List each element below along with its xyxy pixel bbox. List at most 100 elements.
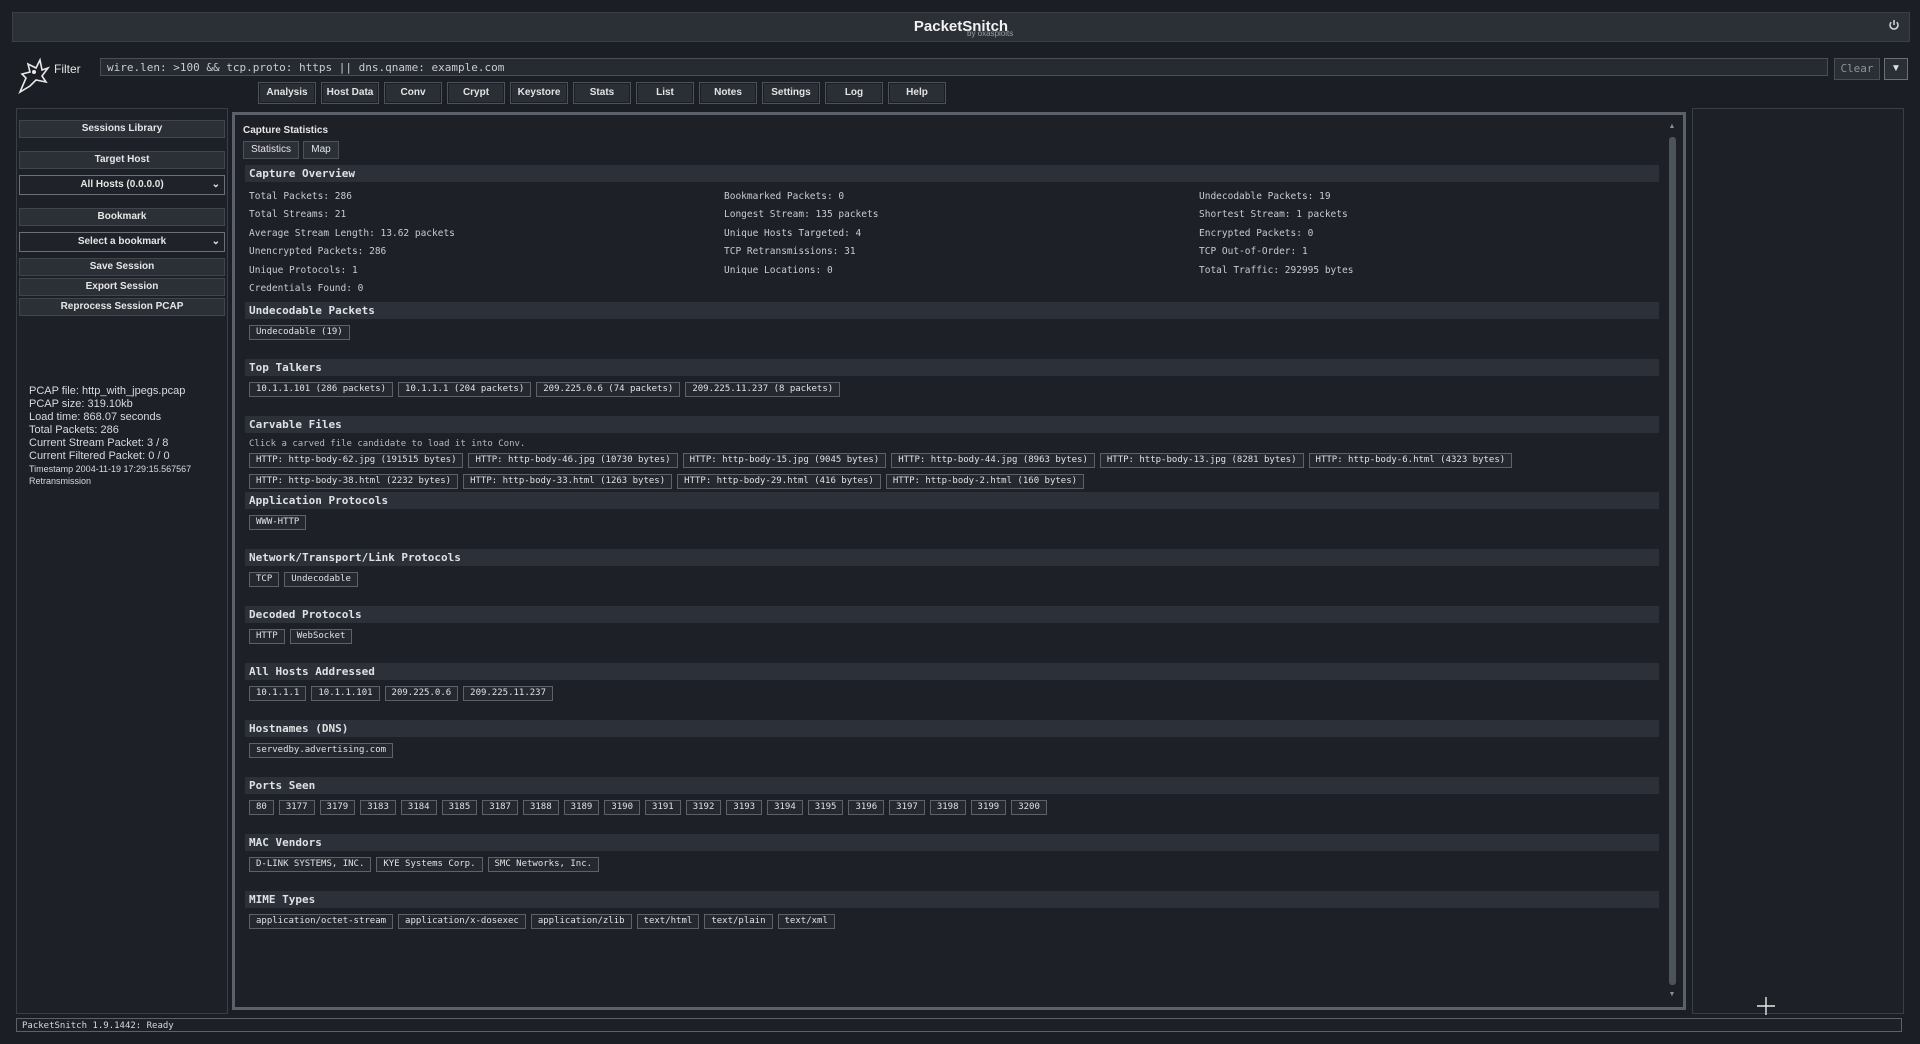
stat-chip[interactable]: HTTP: http-body-2.html (160 bytes) (885, 474, 1085, 489)
tab-keystore[interactable]: Keystore (510, 82, 568, 104)
save-session-button[interactable]: Save Session (19, 258, 225, 276)
stat-chip[interactable]: 3188 (522, 800, 559, 815)
stat-section: MIME Types application/octet-stream applic… (245, 891, 1659, 948)
stat-chip[interactable]: HTTP: http-body-33.html (1263 bytes) (463, 474, 673, 489)
chip-list: HTTP WebSocket (245, 623, 1659, 644)
stat-item: Undecodable Packets: 19 (1199, 191, 1331, 202)
stat-chip[interactable]: 10.1.1.101 (286 packets) (249, 382, 394, 397)
stat-chip[interactable]: 10.1.1.101 (311, 686, 380, 701)
stat-chip[interactable]: 3193 (726, 800, 763, 815)
stat-chip[interactable]: KYE Systems Corp. (376, 857, 483, 872)
stats-panel: Capture Statistics Statistics Map Captur… (232, 112, 1686, 1010)
stat-chip[interactable]: Undecodable (19) (249, 325, 350, 340)
stat-chip[interactable]: HTTP: http-body-44.jpg (8963 bytes) (891, 453, 1095, 468)
chip-list: 10.1.1.1 10.1.1.101 209.225.0.6 209.225.11.… (245, 680, 1659, 701)
stat-chip[interactable]: 10.1.1.1 (204 packets) (398, 382, 532, 397)
scrollbar-thumb[interactable] (1669, 137, 1676, 985)
stat-chip[interactable]: 3179 (319, 800, 356, 815)
tab-log[interactable]: Log (825, 82, 883, 104)
tab-host-data[interactable]: Host Data (321, 82, 379, 104)
stat-chip[interactable]: 3192 (685, 800, 722, 815)
stat-chip[interactable]: HTTP: http-body-62.jpg (191515 bytes) (249, 453, 464, 468)
export-session-button[interactable]: Export Session (19, 278, 225, 296)
stat-chip[interactable]: D-LINK SYSTEMS, INC. (249, 857, 372, 872)
stat-chip[interactable]: 3190 (604, 800, 641, 815)
subtab-statistics[interactable]: Statistics (243, 141, 299, 159)
section-header: Ports Seen (245, 777, 1659, 794)
stat-chip[interactable]: 209.225.0.6 (74 packets) (536, 382, 681, 397)
tab-stats[interactable]: Stats (573, 82, 631, 104)
stat-chip[interactable]: SMC Networks, Inc. (487, 857, 600, 872)
stat-item: Shortest Stream: 1 packets (1199, 209, 1348, 221)
tab-settings[interactable]: Settings (762, 82, 820, 104)
stat-chip[interactable]: HTTP (249, 629, 285, 644)
stat-chip[interactable]: 3199 (970, 800, 1007, 815)
stat-chip[interactable]: text/plain (704, 914, 773, 929)
target-host-select[interactable]: All Hosts (0.0.0.0) ⌄ (19, 175, 225, 195)
stat-chip[interactable]: 209.225.0.6 (384, 686, 459, 701)
power-icon[interactable] (1887, 19, 1901, 33)
stat-chip[interactable]: 3200 (1011, 800, 1047, 815)
stat-chip[interactable]: 3191 (645, 800, 681, 815)
stat-chip[interactable]: 3189 (563, 800, 600, 815)
title-bar: PacketSnitch by oxasploits (12, 12, 1910, 42)
stat-chip[interactable]: 3177 (278, 800, 315, 815)
stat-section: Application Protocols WWW-HTTP (245, 492, 1659, 549)
stat-chip[interactable]: 209.225.11.237 (8 packets) (685, 382, 841, 397)
filter-menu-button[interactable]: ▼ (1884, 58, 1908, 80)
tab-list[interactable]: List (636, 82, 694, 104)
stat-chip[interactable]: 3196 (848, 800, 885, 815)
tab-conv[interactable]: Conv (384, 82, 442, 104)
stat-chip[interactable]: 3195 (807, 800, 844, 815)
stat-chip[interactable]: HTTP: http-body-15.jpg (9045 bytes) (682, 453, 887, 468)
stat-chip[interactable]: WebSocket (289, 629, 353, 644)
panel-title: Capture Statistics (243, 125, 329, 136)
tab-notes[interactable]: Notes (699, 82, 757, 104)
scroll-down-icon[interactable]: ▼ (1667, 991, 1677, 999)
chip-list: servedby.advertising.com (245, 737, 1659, 758)
packet-timestamp: Timestamp 2004-11-19 17:29:15.567567 (29, 464, 192, 474)
stat-chip[interactable]: TCP (249, 572, 280, 587)
stat-chip[interactable]: application/octet-stream (249, 914, 394, 929)
section-header: All Hosts Addressed (245, 663, 1659, 680)
filter-input[interactable]: wire.len: >100 && tcp.proto: https || dn… (100, 58, 1828, 76)
stat-section: Top Talkers 10.1.1.101 (286 packets) 10.1.… (245, 359, 1659, 416)
clear-filter-button[interactable]: Clear (1834, 58, 1880, 80)
stat-chip[interactable]: application/x-dosexec (398, 914, 526, 929)
stat-chip[interactable]: HTTP: http-body-38.html (2232 bytes) (249, 474, 459, 489)
vertical-scrollbar[interactable]: ▲ ▼ (1667, 123, 1677, 999)
stat-chip[interactable]: HTTP: http-body-6.html (4323 bytes) (1308, 453, 1513, 468)
section-header: Decoded Protocols (245, 606, 1659, 623)
stat-chip[interactable]: 3187 (482, 800, 518, 815)
stat-chip[interactable]: text/xml (777, 914, 835, 929)
stat-chip[interactable]: 3194 (767, 800, 803, 815)
stat-chip[interactable]: 3183 (360, 800, 396, 815)
stat-chip[interactable]: HTTP: http-body-46.jpg (10730 bytes) (468, 453, 678, 468)
stat-chip[interactable]: 3198 (929, 800, 966, 815)
stat-chip[interactable]: 3185 (441, 800, 478, 815)
stat-chip[interactable]: 209.225.11.237 (463, 686, 554, 701)
stat-chip[interactable]: Undecodable (284, 572, 358, 587)
scroll-up-icon[interactable]: ▲ (1667, 123, 1677, 131)
tab-analysis[interactable]: Analysis (258, 82, 316, 104)
subtab-map[interactable]: Map (303, 141, 339, 159)
stat-section: Undecodable Packets Undecodable (19) (245, 302, 1659, 359)
status-bar: PacketSnitch 1.9.1442: Ready (16, 1018, 1902, 1032)
stat-chip[interactable]: HTTP: http-body-29.html (416 bytes) (677, 474, 881, 489)
tab-crypt[interactable]: Crypt (447, 82, 505, 104)
stat-chip[interactable]: 10.1.1.1 (249, 686, 307, 701)
tab-help[interactable]: Help (888, 82, 946, 104)
stat-chip[interactable]: 3197 (889, 800, 925, 815)
stat-chip[interactable]: application/zlib (530, 914, 632, 929)
sessions-library-button[interactable]: Sessions Library (19, 120, 225, 138)
stat-chip[interactable]: 80 (249, 800, 274, 815)
bookmark-select[interactable]: Select a bookmark ⌄ (19, 232, 225, 252)
stat-chip[interactable]: WWW-HTTP (249, 515, 307, 530)
stat-chip[interactable]: 3184 (400, 800, 437, 815)
stat-section: Network/Transport/Link Protocols TCP Undec… (245, 549, 1659, 606)
section-hint: Click a carved file candidate to load it… (249, 439, 526, 449)
reprocess-pcap-button[interactable]: Reprocess Session PCAP (19, 298, 225, 316)
stat-chip[interactable]: servedby.advertising.com (249, 743, 394, 758)
stat-chip[interactable]: text/html (636, 914, 700, 929)
stat-chip[interactable]: HTTP: http-body-13.jpg (8281 bytes) (1099, 453, 1304, 468)
